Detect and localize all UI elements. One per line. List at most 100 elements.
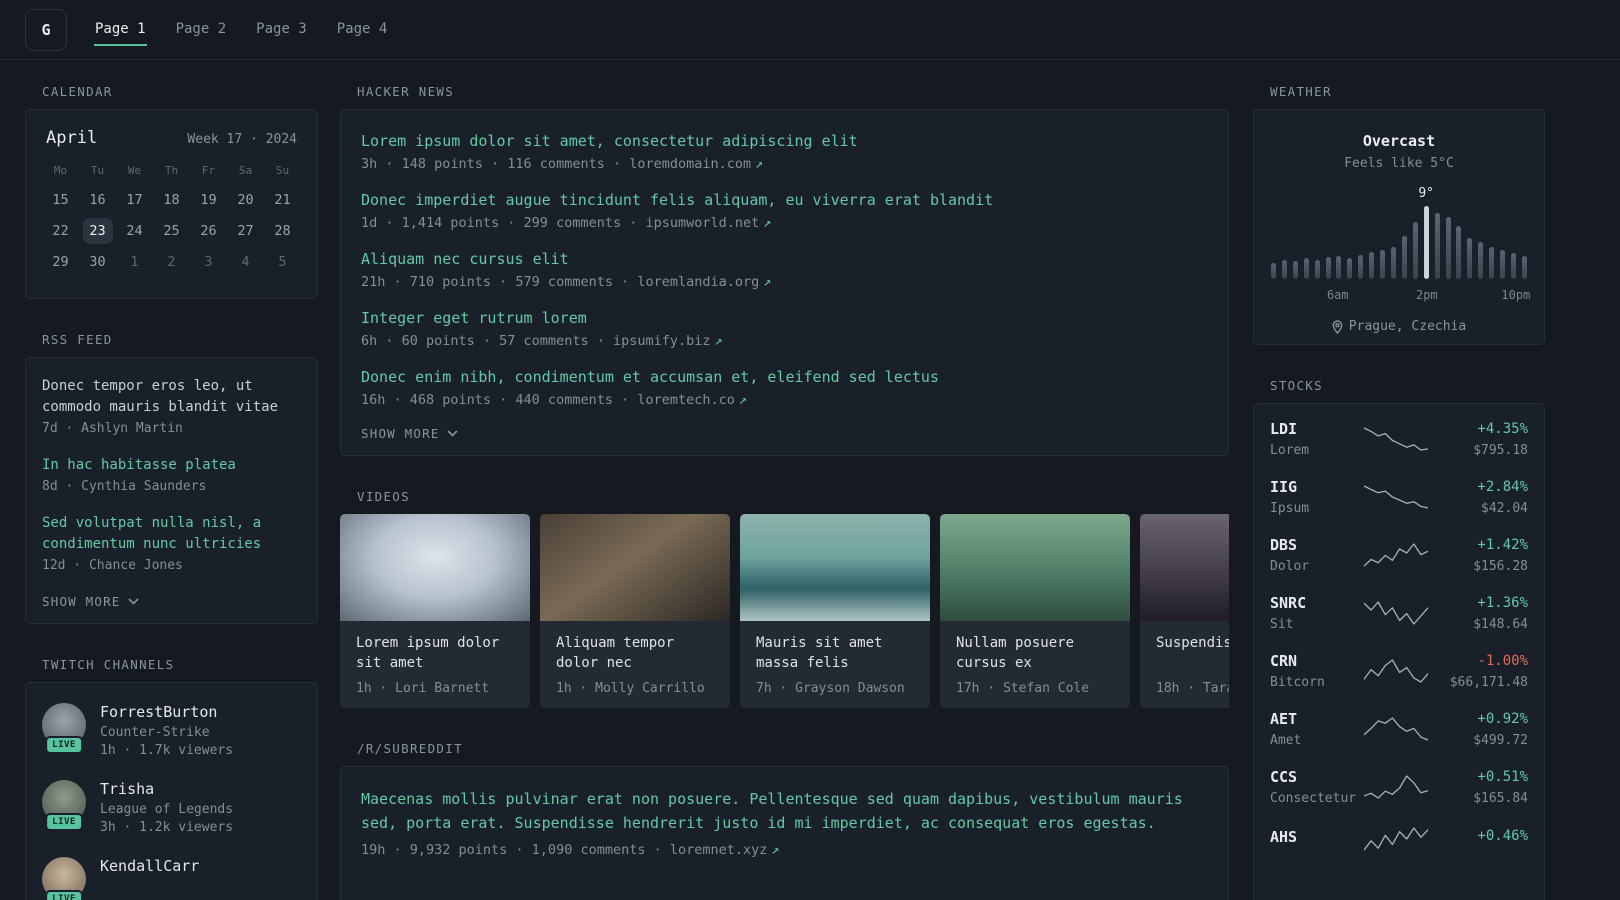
subreddit-post-meta: 19h · 9,932 points · 1,090 comments · lo…: [361, 840, 1208, 860]
stock-row[interactable]: AET Amet +0.92% $499.72: [1270, 710, 1528, 748]
hn-item-meta: 21h · 710 points · 579 comments · loreml…: [361, 272, 1208, 292]
right-column: WEATHER Overcast Feels like 5°C 9° 6am 2p…: [1253, 84, 1545, 900]
hn-item-link[interactable]: Donec enim nibh, condimentum et accumsan…: [361, 366, 1208, 388]
stock-row[interactable]: CRN Bitcorn -1.00% $66,171.48: [1270, 652, 1528, 690]
calendar-day: 29: [52, 254, 69, 270]
stocks-heading: STOCKS: [1270, 378, 1323, 393]
hn-item-domain-link[interactable]: ipsumworld.net: [645, 215, 759, 231]
hn-item-domain-link[interactable]: loremlandia.org: [637, 274, 759, 290]
video-title[interactable]: Aliquam tempor dolor nec pharetra…: [556, 633, 716, 673]
hn-show-more-button[interactable]: SHOW MORE: [361, 426, 1208, 441]
video-title[interactable]: Nullam posuere cursus ex: [956, 633, 1116, 673]
stock-price: $42.04: [1481, 500, 1528, 516]
hn-item-stats: 21h · 710 points · 579 comments ·: [361, 274, 638, 290]
calendar-day: 22: [52, 223, 69, 239]
rss-show-more-button[interactable]: SHOW MORE: [42, 594, 301, 609]
calendar-day: 30: [89, 254, 106, 270]
video-meta: 1h · Lori Barnett: [356, 681, 490, 696]
video-card[interactable]: Aliquam tempor dolor nec pharetra… 1h · …: [540, 514, 730, 708]
calendar-day: 21: [274, 192, 291, 208]
calendar-day: 25: [163, 223, 180, 239]
weather-bar: [1314, 260, 1320, 279]
channel-viewers: 1h · 1.7k viewers: [100, 743, 234, 758]
stock-row[interactable]: CCS Consectetur +0.51% $165.84: [1270, 768, 1528, 806]
video-card[interactable]: Mauris sit amet massa felis 7h · Grayson…: [740, 514, 930, 708]
stock-row[interactable]: SNRC Sit +1.36% $148.64: [1270, 594, 1528, 632]
weather-bar: [1369, 251, 1375, 279]
stock-sparkline: [1358, 774, 1434, 800]
calendar-weekday-row: Mo Tu We Th Fr Sa Su: [42, 164, 301, 177]
video-body: Nullam posuere cursus ex 17h · Stefan Co…: [940, 621, 1130, 708]
channel-name[interactable]: Trisha: [100, 780, 233, 798]
channel-info: KendallCarr: [100, 857, 199, 900]
hn-item-link[interactable]: Lorem ipsum dolor sit amet, consectetur …: [361, 130, 1208, 152]
video-card[interactable]: Suspendisse diam 18h · Tara: [1140, 514, 1229, 708]
stock-price: $148.64: [1473, 616, 1528, 632]
weather-feels-like: Feels like 5°C: [1344, 156, 1454, 171]
hn-item-link[interactable]: Donec imperdiet augue tincidunt felis al…: [361, 189, 1208, 211]
channel-avatar: LIVE: [42, 703, 86, 754]
twitch-widget: TWITCH CHANNELS LIVE ForrestBurton Count…: [25, 657, 318, 900]
hn-item-stats: 16h · 468 points · 440 comments ·: [361, 392, 638, 408]
subreddit-domain-link[interactable]: loremnet.xyz: [670, 842, 768, 858]
stock-row[interactable]: LDI Lorem +4.35% $795.18: [1270, 420, 1528, 458]
hn-item-stats: 6h · 60 points · 57 comments ·: [361, 333, 613, 349]
calendar-day: 18: [163, 192, 180, 208]
channel-info: ForrestBurton Counter-Strike 1h · 1.7k v…: [100, 703, 233, 758]
video-title[interactable]: Lorem ipsum dolor sit amet consectetu…: [356, 633, 516, 673]
weather-bar: [1401, 236, 1407, 279]
subreddit-post-stats: 19h · 9,932 points · 1,090 comments ·: [361, 842, 670, 858]
stock-row[interactable]: AHS +0.46%: [1270, 826, 1528, 852]
video-card[interactable]: Lorem ipsum dolor sit amet consectetu… 1…: [340, 514, 530, 708]
top-navbar: G Page 1 Page 2 Page 3 Page 4: [0, 0, 1620, 60]
stock-change: +2.84%: [1477, 478, 1528, 495]
video-title[interactable]: Mauris sit amet massa felis: [756, 633, 916, 673]
tab-page-1[interactable]: Page 1: [94, 14, 147, 46]
hn-item-domain-link[interactable]: loremdomain.com: [629, 156, 751, 172]
tab-page-4[interactable]: Page 4: [336, 14, 389, 46]
hn-item: Aliquam nec cursus elit 21h · 710 points…: [361, 248, 1208, 292]
app-logo[interactable]: G: [25, 8, 67, 51]
calendar-day: 15: [52, 192, 69, 208]
rss-item-link[interactable]: Sed volutpat nulla nisl, a condimentum n…: [42, 513, 301, 555]
external-link-icon: ↗: [755, 156, 764, 172]
subreddit-heading: /R/SUBREDDIT: [357, 741, 463, 756]
calendar-card: April Week 17 · 2024 Mo Tu We Th Fr Sa Su 15 16…: [25, 109, 318, 299]
video-body: Mauris sit amet massa felis 7h · Grayson…: [740, 621, 930, 708]
tab-label: Page 4: [336, 20, 388, 37]
stock-name: Ipsum: [1270, 501, 1310, 516]
weather-time-label: 10pm: [1501, 288, 1531, 302]
subreddit-post-link[interactable]: Maecenas mollis pulvinar erat non posuer…: [361, 787, 1208, 835]
rss-item-link[interactable]: Donec tempor eros leo, ut commodo mauris…: [42, 376, 301, 418]
twitch-channel[interactable]: LIVE KendallCarr: [42, 857, 301, 900]
rss-item-meta: 7d · Ashlyn Martin: [42, 421, 183, 436]
dashboard-content: CALENDAR April Week 17 · 2024 Mo Tu We Th Fr…: [0, 60, 1620, 900]
stock-row[interactable]: IIG Ipsum +2.84% $42.04: [1270, 478, 1528, 516]
weather-bar: [1347, 257, 1353, 279]
hn-item-domain-link[interactable]: loremtech.co: [637, 392, 735, 408]
tab-page-2[interactable]: Page 2: [175, 14, 228, 46]
stock-price: $165.84: [1473, 790, 1528, 806]
video-title[interactable]: Suspendisse diam: [1156, 633, 1229, 673]
video-meta: 18h · Tara: [1156, 681, 1229, 696]
channel-name[interactable]: KendallCarr: [100, 857, 199, 875]
video-card[interactable]: Nullam posuere cursus ex 17h · Stefan Co…: [940, 514, 1130, 708]
weather-bar: [1336, 256, 1342, 279]
calendar-grid: 15 16 17 18 19 20 21 22 23 24 25 26 27 28 29 30 1 2 3 4 5: [42, 187, 301, 275]
weather-bar: [1445, 216, 1451, 279]
hn-item-link[interactable]: Aliquam nec cursus elit: [361, 248, 1208, 270]
stock-row[interactable]: DBS Dolor +1.42% $156.28: [1270, 536, 1528, 574]
video-thumbnail: [340, 514, 530, 621]
weather-bar: 9°: [1418, 186, 1434, 279]
hn-item-domain-link[interactable]: ipsumify.biz: [613, 333, 711, 349]
calendar-day: 26: [200, 223, 217, 239]
hn-item-link[interactable]: Integer eget rutrum lorem: [361, 307, 1208, 329]
rss-item-link[interactable]: In hac habitasse platea: [42, 455, 301, 476]
stock-ticker: CRN: [1270, 652, 1298, 670]
stock-name: Dolor: [1270, 559, 1310, 574]
weather-bar: [1510, 253, 1516, 279]
twitch-channel[interactable]: LIVE Trisha League of Legends 3h · 1.2k …: [42, 780, 301, 835]
channel-name[interactable]: ForrestBurton: [100, 703, 233, 721]
tab-page-3[interactable]: Page 3: [255, 14, 308, 46]
twitch-channel[interactable]: LIVE ForrestBurton Counter-Strike 1h · 1…: [42, 703, 301, 758]
